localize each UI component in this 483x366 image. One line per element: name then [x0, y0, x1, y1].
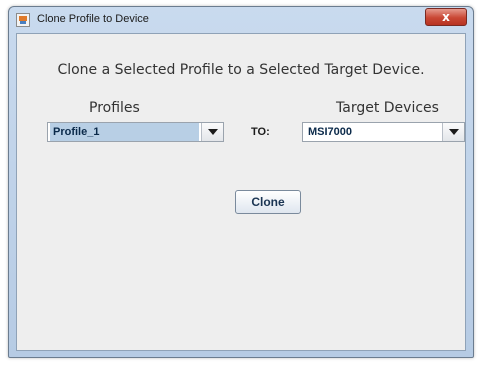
to-label: TO: [251, 126, 270, 138]
profiles-dropdown[interactable]: Profile_1 [47, 122, 224, 142]
target-devices-dropdown[interactable]: MSI7000 [302, 122, 465, 142]
chevron-down-icon [208, 129, 218, 135]
target-dropdown-arrow[interactable] [442, 123, 464, 141]
close-icon: x [442, 10, 450, 24]
java-app-icon [16, 13, 30, 27]
window-title: Clone Profile to Device [37, 13, 149, 25]
profiles-dropdown-arrow[interactable] [201, 123, 223, 141]
dialog-window: Clone Profile to Device x Clone a Select… [8, 6, 474, 358]
title-bar[interactable]: Clone Profile to Device x [9, 7, 473, 33]
close-button[interactable]: x [425, 8, 467, 26]
profiles-label: Profiles [89, 100, 140, 116]
target-selected-value: MSI7000 [308, 126, 353, 138]
dialog-heading: Clone a Selected Profile to a Selected T… [57, 62, 425, 78]
clone-button[interactable]: Clone [235, 190, 301, 214]
dialog-content: Clone a Selected Profile to a Selected T… [16, 33, 466, 351]
chevron-down-icon [449, 129, 459, 135]
profiles-selected-value: Profile_1 [50, 123, 199, 141]
target-devices-label: Target Devices [336, 100, 439, 116]
